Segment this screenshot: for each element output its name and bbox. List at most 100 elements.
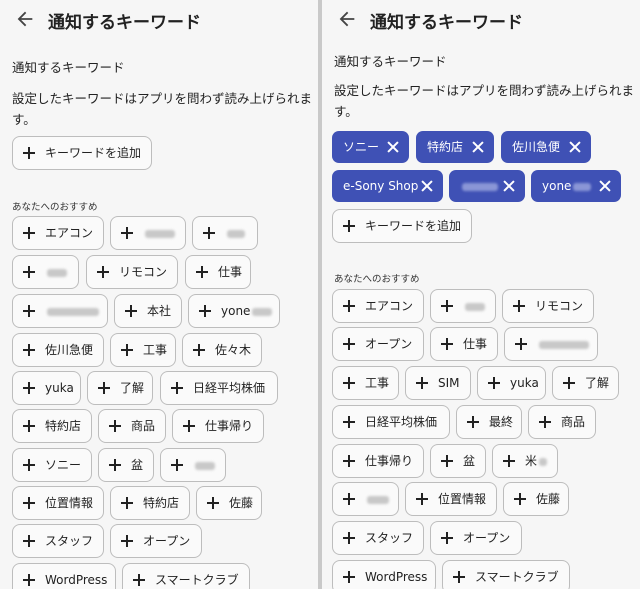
plus-icon [23,574,35,586]
chip-blurred[interactable] [12,294,108,328]
selected-chip-tokuyakuten[interactable]: 特約店 [416,131,494,163]
chip-blurred[interactable] [12,255,79,289]
chip-nikkei[interactable]: 日経平均株価 [332,405,450,439]
plus-icon [453,571,465,583]
chip-work[interactable]: 仕事 [430,327,498,361]
plus-icon [23,305,35,317]
redacted-text [573,182,592,191]
plus-icon [23,535,35,547]
chip-wordpress[interactable]: WordPress [332,560,436,589]
chip-yuka[interactable]: yuka [477,366,546,400]
chip-blurred[interactable] [332,482,399,516]
close-icon[interactable] [421,180,433,192]
chip-wordpress[interactable]: WordPress [12,563,116,589]
arrow-left-icon[interactable] [14,8,36,30]
close-icon[interactable] [599,180,611,192]
plus-icon [503,455,515,467]
chip-kouji[interactable]: 工事 [332,366,399,400]
plus-icon [109,420,121,432]
chip-location[interactable]: 位置情報 [12,486,104,520]
chip-work[interactable]: 仕事 [185,255,251,289]
chip-yone[interactable]: yone [188,294,280,328]
selected-chip-sagawa[interactable]: 佐川急便 [501,131,591,163]
chip-aircon[interactable]: エアコン [12,216,104,250]
plus-icon [514,493,526,505]
chip-smartclub[interactable]: スマートクラブ [442,560,570,589]
left-screen: 通知するキーワード 通知するキーワード 設定したキーワードはアプリを問わず読み上… [0,0,318,589]
app-bar: 通知するキーワード [322,0,640,40]
chip-bon[interactable]: 盆 [430,444,486,478]
redacted-text [252,307,273,316]
section-description: 設定したキーワードはアプリを問わず読み上げられます。 [12,91,313,127]
redacted-text [465,302,485,311]
add-keyword-button[interactable]: キーワードを追加 [12,136,152,170]
chip-sony[interactable]: ソニー [12,448,92,482]
chip-shigotogaeri[interactable]: 仕事帰り [332,444,424,478]
chip-ryoukai[interactable]: 了解 [552,366,619,400]
chip-blurred[interactable] [192,216,258,250]
chip-staff[interactable]: スタッフ [12,524,104,558]
chip-location[interactable]: 位置情報 [405,482,497,516]
close-icon[interactable] [387,141,399,153]
chip-shouhin[interactable]: 商品 [98,409,166,443]
chip-sasaki[interactable]: 佐々木 [182,333,262,367]
chip-satou[interactable]: 佐藤 [196,486,262,520]
plus-icon [207,497,219,509]
arrow-left-icon[interactable] [336,8,358,30]
chip-staff[interactable]: スタッフ [332,521,424,555]
plus-icon [23,420,35,432]
chip-blurred[interactable] [110,216,186,250]
chip-kome[interactable]: 米 [492,444,558,478]
chip-open[interactable]: オープン [110,524,202,558]
plus-icon [193,344,205,356]
app-bar: 通知するキーワード [0,0,318,40]
chip-kouji[interactable]: 工事 [110,333,176,367]
chip-remote[interactable]: リモコン [502,289,594,323]
chip-saishuu[interactable]: 最終 [456,405,522,439]
chip-shouhin[interactable]: 商品 [528,405,596,439]
plus-icon [171,382,183,394]
plus-icon [539,416,551,428]
chip-smartclub[interactable]: スマートクラブ [122,563,250,589]
chip-open-2[interactable]: オープン [430,521,522,555]
chip-bon[interactable]: 盆 [98,448,154,482]
chip-open[interactable]: オープン [332,327,424,361]
chip-blurred[interactable] [160,448,226,482]
chip-satou[interactable]: 佐藤 [503,482,569,516]
chip-sagawa[interactable]: 佐川急便 [12,333,104,367]
plus-icon [563,377,575,389]
plus-icon [343,220,355,232]
plus-icon [23,459,35,471]
add-keyword-button[interactable]: キーワードを追加 [332,209,472,243]
plus-icon [199,305,211,317]
close-icon[interactable] [472,141,484,153]
chip-blurred[interactable] [504,327,598,361]
chip-nikkei[interactable]: 日経平均株価 [160,371,278,405]
chip-remote[interactable]: リモコン [86,255,178,289]
selected-chip-sony[interactable]: ソニー [332,131,409,163]
selected-chip-esony[interactable]: e-Sony Shop [332,170,443,202]
chip-sim[interactable]: SIM [405,366,471,400]
chip-tokuyakuten-2[interactable]: 特約店 [110,486,190,520]
chip-honsha[interactable]: 本社 [114,294,182,328]
plus-icon [133,574,145,586]
recommend-heading: あなたへのおすすめ [334,274,420,285]
redacted-text [539,340,589,349]
chip-ryoukai[interactable]: 了解 [87,371,153,405]
plus-icon [121,497,133,509]
close-icon[interactable] [503,180,515,192]
close-icon[interactable] [569,141,581,153]
plus-icon [441,532,453,544]
section-heading: 通知するキーワード [12,60,125,75]
chip-yuka[interactable]: yuka [12,371,81,405]
plus-icon [416,493,428,505]
chip-aircon[interactable]: エアコン [332,289,424,323]
chip-blurred[interactable] [430,289,496,323]
plus-icon [343,571,355,583]
plus-icon [97,266,109,278]
chip-tokuyakuten[interactable]: 特約店 [12,409,92,443]
redacted-text [47,268,67,277]
chip-shigotogaeri[interactable]: 仕事帰り [172,409,264,443]
selected-chip-yone[interactable]: yone [531,170,621,202]
selected-chip-blurred[interactable] [449,170,525,202]
